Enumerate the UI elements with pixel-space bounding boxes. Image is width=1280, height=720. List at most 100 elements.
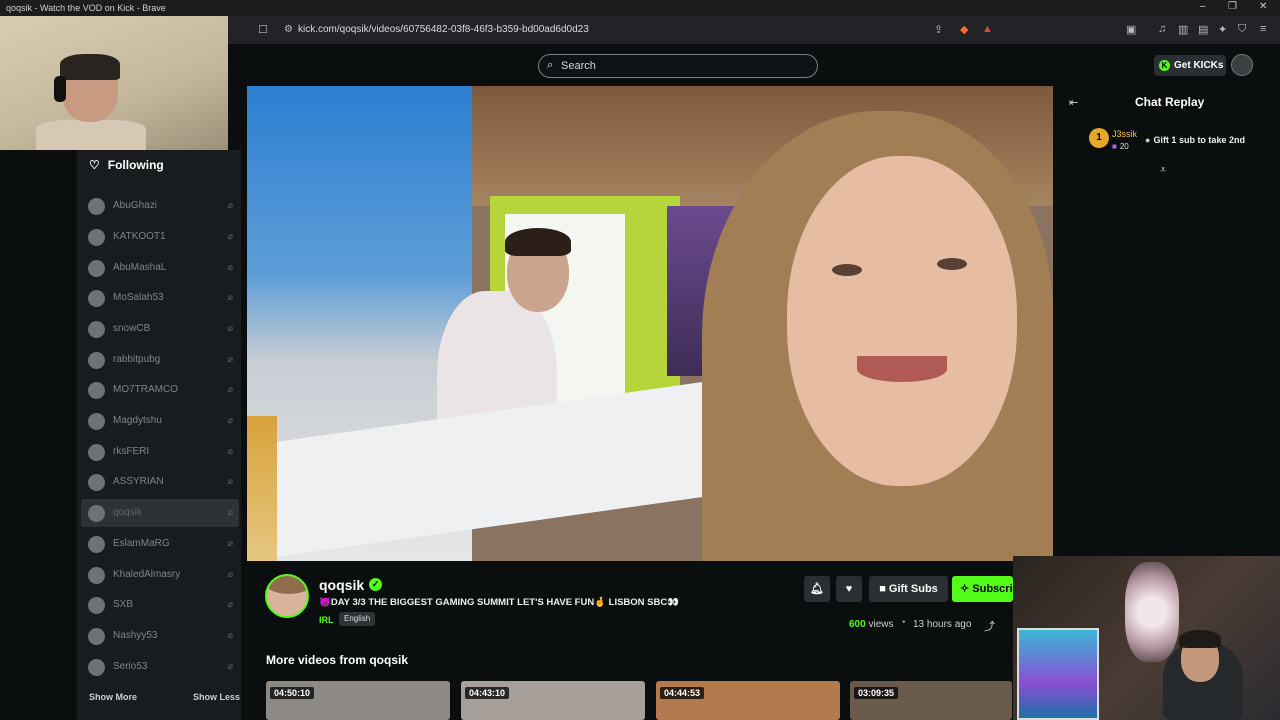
star-icon: ✧	[960, 583, 973, 595]
sidebar-item-label: Nashyy53	[113, 630, 158, 641]
sidebar-item-rabbitpubg[interactable]: rabbitpubg ⌀	[81, 346, 239, 374]
video-thumbnail[interactable]: 04:43:10	[461, 681, 645, 720]
sidebar-item-katkoot1[interactable]: KATKOOT1 ⌀	[81, 223, 239, 251]
sidebar-item-khaledalmasry[interactable]: KhaledAlmasry ⌀	[81, 561, 239, 589]
gift-icon: ■	[879, 583, 889, 595]
headphones	[54, 76, 66, 102]
category-link[interactable]: IRL	[319, 615, 334, 625]
sidebar-item-rksferi[interactable]: rksFERI ⌀	[81, 438, 239, 466]
sidebar-item-serio53[interactable]: Serio53 ⌀	[81, 653, 239, 681]
search-input[interactable]	[561, 58, 801, 74]
video-streamer-eye	[937, 258, 967, 270]
offline-icon: ⌀	[227, 476, 233, 486]
media-icon[interactable]: ♫	[1158, 23, 1166, 35]
follow-button[interactable]: ♥	[836, 576, 862, 602]
sidebar-item-nashyy53[interactable]: Nashyy53 ⌀	[81, 622, 239, 650]
avatar	[88, 260, 105, 277]
more-videos-header: More videos from qoqsik	[266, 653, 409, 667]
language-tag[interactable]: English	[339, 612, 376, 626]
leo-ai-icon[interactable]: ✦	[1218, 23, 1227, 36]
sidebar-item-label: SXB	[113, 599, 134, 610]
avatar	[88, 290, 105, 307]
sidebar-item-label: MO7TRAMCO	[113, 384, 178, 395]
view-count: 600 views	[849, 619, 893, 630]
sidebar-item-assyrian[interactable]: ASSYRIAN ⌀	[81, 468, 239, 496]
gift-leader-message: ● Gift 1 sub to take 2nd	[1145, 135, 1245, 145]
site-info-icon[interactable]: ⚙	[284, 24, 293, 35]
webcam-person-shirt	[36, 120, 146, 150]
video-duration: 04:50:10	[270, 687, 315, 699]
sidebar-item-label: Magdytshu	[113, 415, 162, 426]
get-kicks-button[interactable]: K Get KICKs	[1154, 55, 1226, 76]
offline-icon: ⌀	[227, 292, 233, 302]
sidebar-item-abumashal[interactable]: AbuMashaL ⌀	[81, 254, 239, 282]
sidebar-item-mosalah53[interactable]: MoSalah53 ⌀	[81, 284, 239, 312]
webcam-overlay-left	[0, 16, 228, 150]
sidebar-item-sxb[interactable]: SXB ⌀	[81, 591, 239, 619]
view-count-value: 600	[849, 619, 866, 630]
video-player[interactable]	[247, 86, 1053, 561]
search-icon: ⌕	[547, 59, 554, 71]
sidebar-item-label: qoqsik	[113, 507, 142, 518]
show-more-button[interactable]: Show More	[89, 692, 137, 702]
video-thumbnail[interactable]: 04:50:10	[266, 681, 450, 720]
view-count-label: views	[868, 619, 894, 630]
sidebar-item-mo7tramco[interactable]: MO7TRAMCO ⌀	[81, 376, 239, 404]
sidebar-item-abughazi[interactable]: AbuGhazi ⌀	[81, 192, 239, 220]
url-text[interactable]: kick.com/qoqsik/videos/60756482-03f8-46f…	[298, 24, 589, 35]
video-man-hair	[505, 228, 571, 256]
sidebar-item-label: KATKOOT1	[113, 231, 166, 242]
search-box[interactable]: ⌕	[538, 54, 818, 78]
avatar	[88, 505, 105, 522]
brave-shields-icon[interactable]: ◆	[960, 23, 968, 36]
offline-icon: ⌀	[227, 200, 233, 210]
channel-name[interactable]: qoqsik	[319, 577, 364, 593]
close-window-button[interactable]: ✕	[1259, 1, 1267, 12]
offline-icon: ⌀	[227, 415, 233, 425]
following-label: Following	[107, 158, 164, 172]
avatar	[88, 413, 105, 430]
window-title: qoqsik - Watch the VOD on Kick - Brave	[6, 3, 166, 13]
video-thumbnail[interactable]: 04:44:53	[656, 681, 840, 720]
minimize-button[interactable]: –	[1200, 1, 1206, 12]
channel-avatar[interactable]	[265, 574, 309, 618]
collapse-chat-icon[interactable]: ⇤	[1069, 96, 1078, 109]
wallet-icon[interactable]: ▤	[1198, 23, 1208, 36]
user-avatar[interactable]	[1231, 54, 1253, 76]
get-kicks-label: Get KICKs	[1174, 60, 1224, 71]
stream-title: 👿DAY 3/3 THE BIGGEST GAMING SUMMIT LET'S…	[319, 597, 680, 608]
share-page-icon[interactable]: ⇪	[934, 23, 943, 36]
avatar	[88, 536, 105, 553]
video-duration: 04:43:10	[465, 687, 510, 699]
heart-icon: ♡	[89, 158, 100, 172]
sidebar-item-magdytshu[interactable]: Magdytshu ⌀	[81, 407, 239, 435]
flower-vase	[1125, 562, 1179, 662]
show-less-button[interactable]: Show Less	[193, 692, 240, 702]
video-bottle	[247, 416, 277, 561]
offline-icon: ⌀	[227, 384, 233, 394]
sidebar-item-label: rksFERI	[113, 446, 150, 457]
avatar	[88, 382, 105, 399]
vpn-icon[interactable]: ⛉	[1238, 23, 1246, 36]
address-bar[interactable]: ⚙ kick.com/qoqsik/videos/60756482-03f8-4…	[250, 20, 1230, 40]
video-duration: 04:44:53	[660, 687, 705, 699]
notifications-button[interactable]: 🔔︎	[804, 576, 830, 602]
chat-title: Chat Replay	[1135, 95, 1205, 109]
menu-icon[interactable]: ≡	[1260, 23, 1266, 35]
video-thumbnail[interactable]: 03:09:35	[850, 681, 1012, 720]
share-icon[interactable]: ⤴	[984, 618, 995, 634]
webcam-overlay-right	[1013, 556, 1280, 720]
tab-manager-icon[interactable]: ▣	[1126, 23, 1136, 36]
sidebar-item-qoqsik[interactable]: qoqsik ⌀	[81, 499, 239, 527]
sidebar-item-snowcb[interactable]: snowCB ⌀	[81, 315, 239, 343]
brave-rewards-icon[interactable]: ▲	[982, 23, 993, 35]
sidebar-toggle-icon[interactable]: ▥	[1178, 23, 1188, 36]
gift-icon: ■	[1112, 142, 1117, 151]
offline-icon: ⌀	[227, 231, 233, 241]
expand-leaderboard-icon[interactable]: ⩡	[1160, 164, 1166, 177]
sidebar-item-eslammarg[interactable]: EslamMaRG ⌀	[81, 530, 239, 558]
maximize-button[interactable]: ❐	[1228, 1, 1237, 12]
gift-subs-button[interactable]: ■ Gift Subs	[869, 576, 948, 602]
gift-leader-username[interactable]: J3ssik	[1112, 129, 1137, 139]
subscribe-button[interactable]: ✧ Subscri	[952, 576, 1013, 602]
